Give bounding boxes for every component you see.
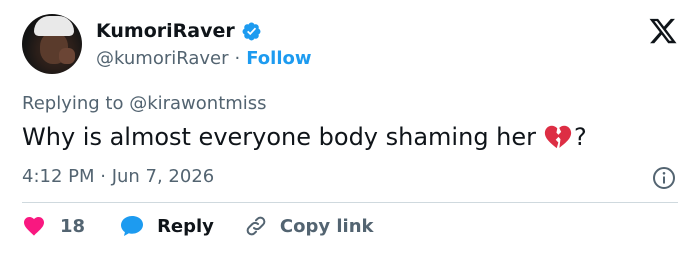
like-count: 18: [60, 215, 86, 237]
avatar-cap: [34, 16, 74, 36]
copy-link-button[interactable]: Copy link: [244, 214, 374, 238]
copy-link-label: Copy link: [279, 215, 374, 237]
verified-badge-icon: [242, 22, 261, 40]
replying-to[interactable]: Replying to @kirawontmiss: [22, 93, 267, 114]
x-logo-icon[interactable]: [648, 16, 678, 46]
speech-bubble-icon: [121, 216, 144, 236]
heart-icon: [24, 217, 44, 236]
link-icon: [246, 216, 266, 236]
separator-dot: ·: [234, 48, 241, 69]
author-handle[interactable]: @kumoriRaver: [96, 48, 229, 69]
reply-button[interactable]: Reply: [119, 214, 214, 238]
tweet-text-suffix: ?: [574, 123, 587, 151]
author-name[interactable]: KumoriRaver: [96, 20, 235, 42]
author-handle-row: @kumoriRaver · Follow: [96, 48, 312, 69]
tweet-card: KumoriRaver @kumoriRaver · Follow Replyi…: [0, 0, 700, 256]
tweet-body: Why is almost everyone body shaming her …: [22, 123, 587, 151]
avatar[interactable]: [22, 14, 82, 74]
reply-label: Reply: [157, 215, 214, 237]
follow-button[interactable]: Follow: [246, 48, 311, 69]
action-bar: 18 Reply Copy link: [22, 214, 374, 238]
author-name-row: KumoriRaver: [96, 20, 262, 42]
avatar-hand: [59, 48, 75, 64]
like-button[interactable]: 18: [22, 214, 85, 238]
divider: [22, 202, 678, 203]
broken-heart-emoji: [544, 125, 572, 149]
info-icon[interactable]: [652, 166, 676, 190]
tweet-timestamp[interactable]: 4:12 PM · Jun 7, 2026: [22, 166, 214, 187]
tweet-text: Why is almost everyone body shaming her: [22, 123, 537, 151]
